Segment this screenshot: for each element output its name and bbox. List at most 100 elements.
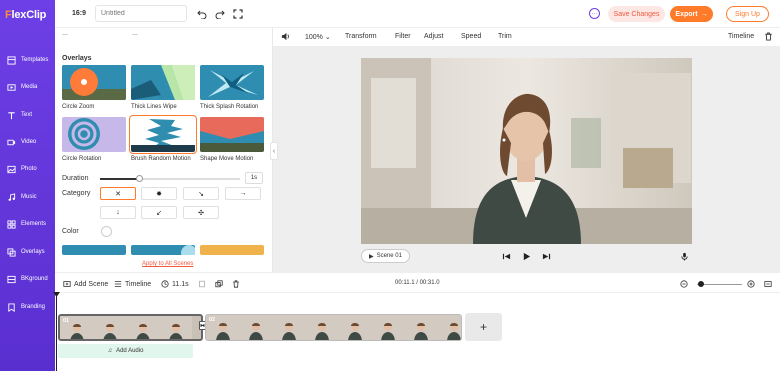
branding-icon	[7, 302, 16, 312]
sidebar-item-background[interactable]: BKground	[0, 269, 55, 289]
filter-button[interactable]: Filter	[395, 33, 411, 40]
add-scene-button[interactable]: Add Scene	[63, 280, 108, 288]
overlay-thick-lines-wipe[interactable]	[131, 65, 195, 100]
color-label: Color	[62, 228, 79, 235]
add-scene-plus-button[interactable]: +	[465, 313, 502, 341]
export-label: Export	[675, 10, 698, 18]
sidebar-item-photo[interactable]: Photo	[0, 159, 55, 179]
elements-icon	[7, 219, 16, 229]
sidebar: FlexClip Templates Media Text Video Phot…	[0, 0, 55, 371]
microphone-icon[interactable]	[680, 252, 689, 261]
timeline-toggle-button[interactable]: Timeline	[728, 33, 754, 40]
zoom-in-icon[interactable]	[747, 280, 755, 288]
sidebar-item-label: Video	[21, 139, 37, 145]
clip-frame	[126, 316, 159, 339]
sidebar-item-branding[interactable]: Branding	[0, 297, 55, 317]
duration-label: Duration	[62, 175, 89, 182]
category-burst-button[interactable]: ✸	[141, 187, 177, 200]
speed-button[interactable]: Speed	[461, 33, 481, 40]
category-cross-button[interactable]: ✕	[100, 187, 136, 200]
playhead-line[interactable]	[56, 294, 57, 371]
category-diagonal-down-left-button[interactable]: ↙	[141, 206, 177, 219]
duplicate-icon[interactable]	[215, 280, 223, 288]
duration-value-input[interactable]: 1s	[245, 172, 263, 184]
sidebar-item-music[interactable]: Music	[0, 187, 55, 207]
background-icon	[7, 275, 16, 284]
overlay-label: Thick Splash Rotation	[200, 104, 259, 110]
clip-frame	[272, 315, 305, 340]
category-diagonal-down-right-button[interactable]: ↘	[183, 187, 219, 200]
sign-up-button[interactable]: Sign Up	[726, 6, 769, 22]
overlay-thumbnail-partial[interactable]	[200, 245, 264, 255]
sidebar-item-label: Music	[21, 194, 37, 200]
trim-button[interactable]: Trim	[498, 33, 512, 40]
project-title-input[interactable]	[95, 5, 187, 22]
overlay-label: Circle Zoom	[62, 104, 95, 110]
color-picker[interactable]	[101, 226, 112, 237]
undo-icon[interactable]	[196, 8, 207, 19]
zoom-out-icon[interactable]	[680, 280, 688, 288]
aspect-ratio-selector[interactable]: 16:9	[72, 10, 86, 17]
scene-selector[interactable]: ▶ Scene 01	[361, 249, 410, 263]
sidebar-item-elements[interactable]: Elements	[0, 214, 55, 234]
overlay-thumbnail-partial[interactable]	[131, 245, 195, 255]
add-audio-label: Add Audio	[116, 348, 144, 354]
sidebar-item-label: Branding	[21, 304, 46, 310]
overlay-shape-move-motion[interactable]	[200, 117, 264, 152]
overlays-icon	[7, 247, 16, 257]
split-icon[interactable]	[198, 280, 206, 288]
category-shrink-button[interactable]: ✣	[183, 206, 219, 219]
transform-button[interactable]: Transform	[345, 33, 377, 40]
app-logo[interactable]: FlexClip	[5, 9, 46, 21]
save-changes-button[interactable]: Save Changes	[608, 6, 665, 22]
help-icon[interactable]: ···	[589, 8, 600, 19]
fit-timeline-icon[interactable]	[764, 280, 772, 288]
section-title: Overlays	[62, 55, 92, 62]
volume-icon[interactable]	[281, 32, 290, 43]
logo-text: lexClip	[11, 9, 47, 21]
sidebar-item-text[interactable]: Text	[0, 105, 55, 125]
scene-clip-02[interactable]: 02	[205, 314, 462, 341]
overlay-thick-splash-rotation[interactable]	[200, 65, 264, 100]
time-readout: 00:11.1 / 00:31.0	[395, 280, 440, 286]
video-preview[interactable]	[361, 58, 692, 244]
collapse-panel-handle[interactable]: ‹	[270, 142, 278, 160]
clip-frame	[93, 316, 126, 339]
duration-display[interactable]: 11.1s	[161, 280, 189, 288]
fullscreen-icon[interactable]	[232, 8, 243, 19]
sidebar-item-video[interactable]: Video	[0, 132, 55, 152]
delete-scene-icon[interactable]	[232, 280, 240, 288]
timeline-zoom-handle[interactable]	[698, 281, 704, 287]
skip-forward-icon[interactable]	[542, 252, 551, 261]
zoom-select[interactable]: 100% ⌄	[305, 33, 331, 41]
overlay-thumbnail-partial[interactable]	[62, 245, 126, 255]
sidebar-item-templates[interactable]: Templates	[0, 50, 55, 70]
sidebar-item-overlays[interactable]: Overlays	[0, 242, 55, 262]
panel-scrolled-text: —	[132, 32, 138, 38]
play-icon[interactable]	[522, 252, 531, 261]
skip-back-icon[interactable]	[502, 252, 511, 261]
redo-icon[interactable]	[214, 8, 225, 19]
clip-number: 01	[63, 318, 70, 324]
sidebar-item-media[interactable]: Media	[0, 77, 55, 97]
sidebar-item-label: Text	[21, 112, 33, 118]
timeline-view-button[interactable]: Timeline	[114, 280, 151, 288]
add-audio-button[interactable]: ♫ Add Audio	[58, 344, 193, 358]
clip-frame	[239, 315, 272, 340]
duration-slider-handle[interactable]	[136, 175, 143, 182]
overlay-circle-zoom[interactable]	[62, 65, 126, 100]
video-icon	[7, 138, 16, 147]
chevron-left-icon: ‹	[272, 147, 276, 155]
adjust-button[interactable]: Adjust	[424, 33, 443, 40]
scene-clip-01[interactable]: 01	[58, 314, 203, 341]
category-label: Category	[62, 190, 91, 197]
export-button[interactable]: Export →	[670, 6, 713, 22]
apply-to-all-scenes-link[interactable]: Apply to All Scenes	[142, 261, 193, 267]
category-down-button[interactable]: ↓	[100, 206, 136, 219]
trash-icon[interactable]	[764, 32, 773, 43]
timeline-label: Timeline	[125, 280, 152, 288]
overlay-brush-random-motion[interactable]	[129, 115, 197, 154]
overlay-circle-rotation[interactable]	[62, 117, 126, 152]
sidebar-item-label: Media	[21, 84, 38, 90]
category-right-button[interactable]: →	[225, 187, 261, 200]
